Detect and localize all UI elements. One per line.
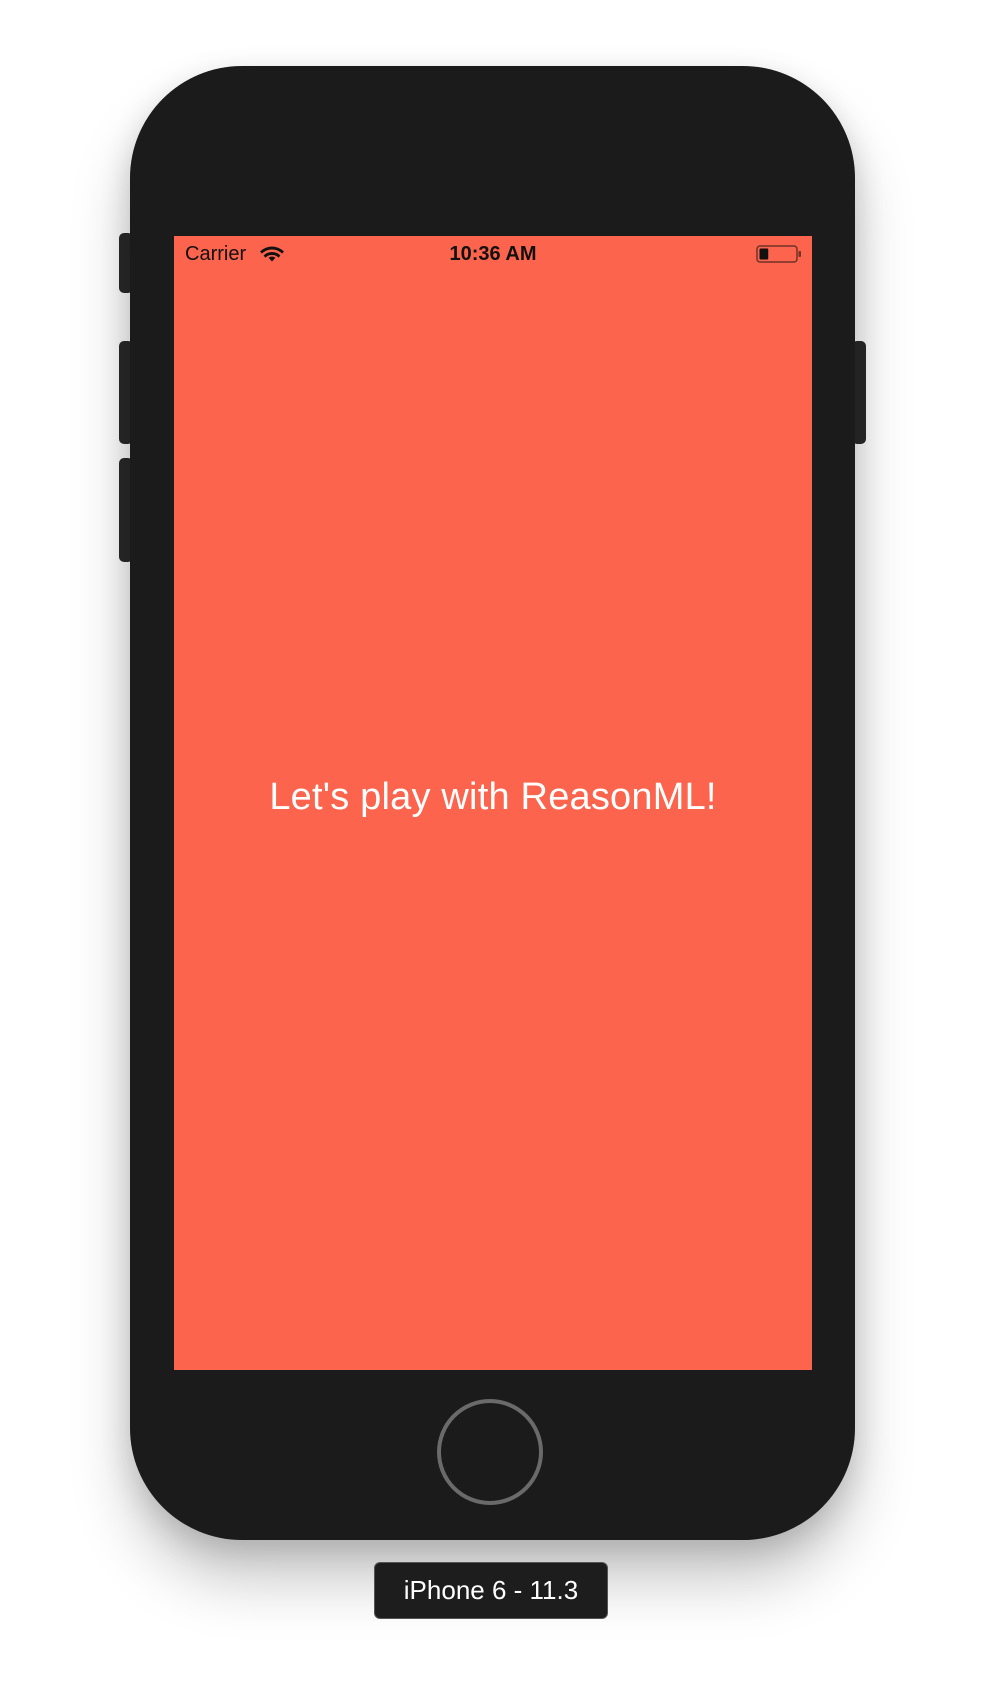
device-label: iPhone 6 - 11.3 [374, 1562, 608, 1619]
simulator-stage: Carrier 10:36 AM Let's play with ReasonM… [0, 0, 984, 1702]
welcome-message: Let's play with ReasonML! [269, 776, 717, 818]
status-time: 10:36 AM [449, 243, 537, 265]
status-bar: Carrier 10:36 AM [174, 236, 812, 272]
app-screen[interactable]: Carrier 10:36 AM Let's play with ReasonM… [174, 236, 812, 1370]
home-button-icon[interactable] [437, 1399, 543, 1505]
battery-icon [756, 245, 801, 263]
